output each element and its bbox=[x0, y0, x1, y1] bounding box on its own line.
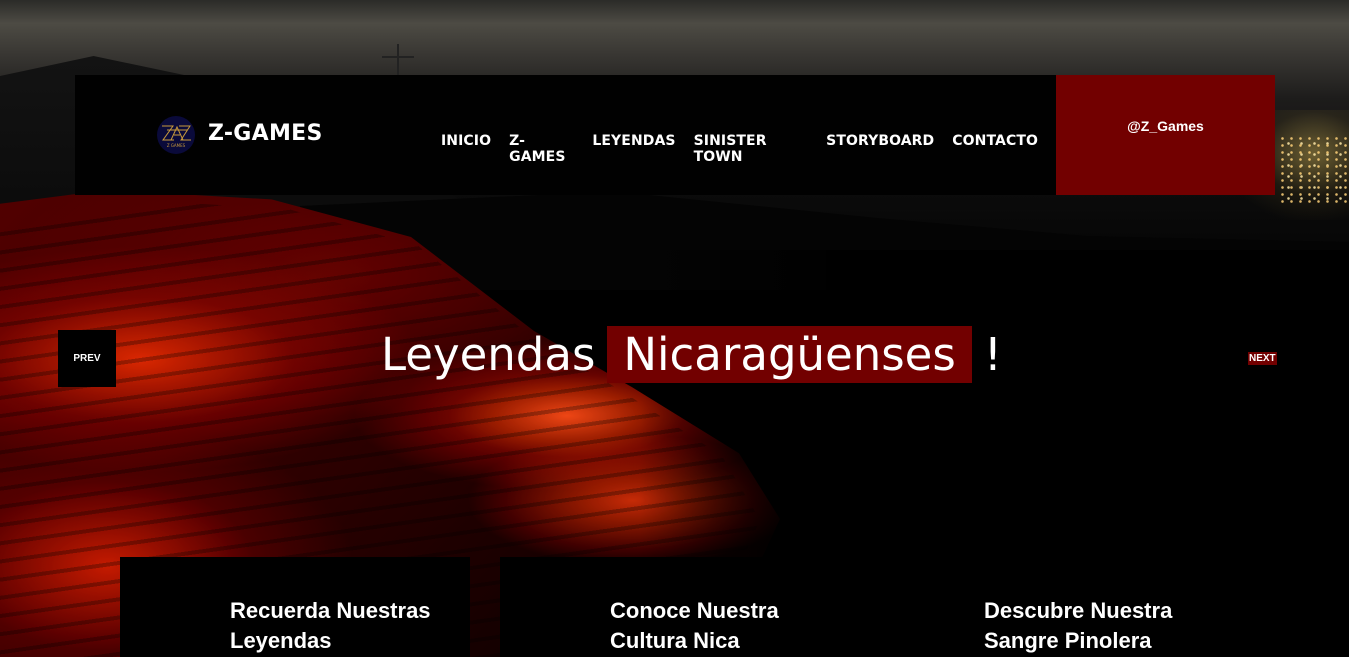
next-label: NEXT bbox=[1249, 353, 1276, 364]
cross-pole bbox=[397, 44, 399, 78]
prev-label: PREV bbox=[73, 353, 101, 364]
city-lights bbox=[1278, 135, 1349, 205]
logo-mark-text: Z GAMES bbox=[167, 143, 186, 148]
main-nav: INICIO Z-GAMES LEYENDAS SINISTER TOWN ST… bbox=[441, 133, 1056, 165]
card-title-cultura[interactable]: Conoce Nuestra Cultura Nica bbox=[610, 596, 850, 656]
card-title-sangre[interactable]: Descubre Nuestra Sangre Pinolera bbox=[984, 596, 1224, 656]
nav-inicio[interactable]: INICIO bbox=[441, 133, 491, 165]
logo-text[interactable]: Z-GAMES bbox=[208, 121, 323, 146]
hero-title-before: Leyendas bbox=[381, 328, 596, 381]
site-header: Z GAMES Z-GAMES INICIO Z-GAMES LEYENDAS … bbox=[75, 75, 1056, 195]
nav-leyendas[interactable]: LEYENDAS bbox=[592, 133, 675, 165]
nav-sinister-town[interactable]: SINISTER TOWN bbox=[694, 133, 809, 165]
cross-bar bbox=[382, 56, 414, 58]
nav-z-games[interactable]: Z-GAMES bbox=[509, 133, 574, 165]
nav-storyboard[interactable]: STORYBOARD bbox=[826, 133, 934, 165]
slider-prev-button[interactable]: PREV bbox=[58, 330, 116, 387]
social-handle-link[interactable]: @Z_Games bbox=[1056, 75, 1275, 195]
card-title-leyendas[interactable]: Recuerda Nuestras Leyendas bbox=[230, 596, 470, 656]
hero-title-after: ! bbox=[983, 328, 1002, 381]
hero-title-highlight: Nicaragüenses bbox=[607, 326, 972, 383]
social-handle-label: @Z_Games bbox=[1127, 118, 1204, 134]
z-games-logo-icon[interactable]: Z GAMES bbox=[157, 116, 195, 154]
hero-title: Leyendas Nicaragüenses ! bbox=[381, 326, 1002, 383]
slider-next-button[interactable]: NEXT bbox=[1248, 352, 1277, 365]
nav-contacto[interactable]: CONTACTO bbox=[952, 133, 1038, 165]
